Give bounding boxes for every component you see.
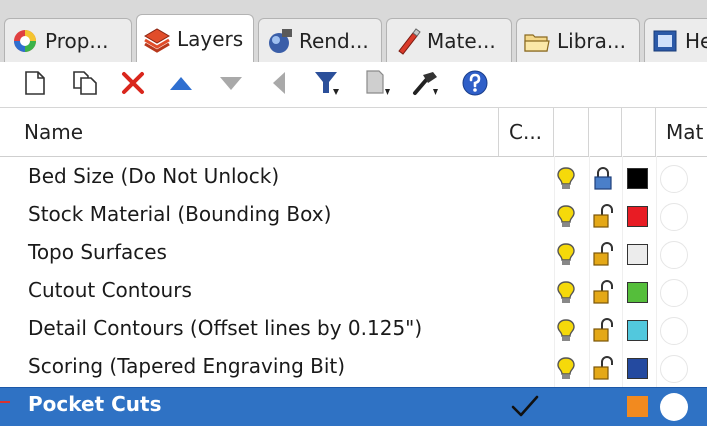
properties-icon xyxy=(11,27,39,55)
new-layer-button[interactable] xyxy=(20,70,50,100)
help-button[interactable] xyxy=(460,70,490,100)
unlock-icon[interactable] xyxy=(592,204,614,232)
tools-icon xyxy=(411,69,439,101)
layer-color-swatch[interactable] xyxy=(627,396,648,417)
material-circle-icon[interactable] xyxy=(660,317,688,345)
delete-layer-button[interactable] xyxy=(118,70,148,100)
move-out-icon xyxy=(270,70,288,100)
move-up-icon xyxy=(168,74,194,96)
layer-color-swatch[interactable] xyxy=(627,320,648,341)
tab-help[interactable]: He xyxy=(644,18,707,62)
tab-rendering[interactable]: Rend... xyxy=(258,18,382,62)
lightbulb-icon[interactable] xyxy=(556,205,576,233)
material-circle-icon[interactable] xyxy=(660,279,688,307)
material-circle-icon[interactable] xyxy=(660,241,688,269)
tab-label: Layers xyxy=(177,27,244,51)
move-layer-up-button[interactable] xyxy=(166,70,196,100)
lightbulb-icon[interactable] xyxy=(556,319,576,347)
materials-icon xyxy=(393,27,421,55)
layers-grid: Name C... Mat Bed Size (Do Not Unlock) S… xyxy=(0,108,707,426)
layer-color-swatch[interactable] xyxy=(627,206,648,227)
layer-row[interactable]: Cutout Contours xyxy=(0,274,707,312)
layers-toolbar xyxy=(0,62,707,108)
layer-row[interactable]: Stock Material (Bounding Box) xyxy=(0,198,707,236)
tab-label: Prop... xyxy=(45,28,109,53)
layer-row-selected[interactable]: Pocket Cuts xyxy=(0,387,707,426)
layer-states-icon xyxy=(363,69,391,101)
unlock-icon[interactable] xyxy=(592,280,614,308)
layer-name: Scoring (Tapered Engraving Bit) xyxy=(28,354,346,378)
tab-layers[interactable]: Layers xyxy=(136,14,254,62)
layer-color-swatch[interactable] xyxy=(627,244,648,265)
material-circle-icon[interactable] xyxy=(660,355,688,383)
libraries-icon xyxy=(523,27,551,55)
current-layer-check-icon[interactable] xyxy=(510,393,540,423)
tab-libraries[interactable]: Libra... xyxy=(516,18,640,62)
column-header-lock[interactable] xyxy=(589,108,622,156)
lightbulb-icon[interactable] xyxy=(556,281,576,309)
tab-properties[interactable]: Prop... xyxy=(4,18,132,62)
layer-row[interactable]: Bed Size (Do Not Unlock) xyxy=(0,160,707,198)
column-header-name[interactable]: Name xyxy=(14,108,499,156)
layer-states-button[interactable] xyxy=(362,70,392,100)
layer-name: Cutout Contours xyxy=(28,278,192,302)
lightbulb-icon[interactable] xyxy=(556,167,576,195)
lightbulb-icon[interactable] xyxy=(556,357,576,385)
material-circle-icon[interactable] xyxy=(660,165,688,193)
filter-button[interactable] xyxy=(312,70,342,100)
layer-color-swatch[interactable] xyxy=(627,168,648,189)
pointer-mark xyxy=(0,401,10,403)
lock-icon[interactable] xyxy=(592,166,614,194)
tools-button[interactable] xyxy=(410,70,440,100)
tab-label: Rend... xyxy=(299,28,369,53)
column-header-material[interactable]: Mat xyxy=(656,108,707,156)
layer-name: Detail Contours (Offset lines by 0.125") xyxy=(28,316,423,340)
unlock-icon[interactable] xyxy=(592,356,614,384)
column-header-row: Name C... Mat xyxy=(0,108,707,157)
tab-label: Libra... xyxy=(557,28,626,53)
new-layer-icon xyxy=(24,70,46,100)
move-down-icon xyxy=(218,74,244,96)
new-sublayer-button[interactable] xyxy=(70,70,100,100)
move-out-button[interactable] xyxy=(264,70,294,100)
move-layer-down-button[interactable] xyxy=(216,70,246,100)
layer-row[interactable]: Detail Contours (Offset lines by 0.125") xyxy=(0,312,707,350)
new-sublayer-icon xyxy=(72,70,98,100)
tab-label: Mate... xyxy=(427,28,496,53)
layer-name: Bed Size (Do Not Unlock) xyxy=(28,164,280,188)
lightbulb-icon[interactable] xyxy=(556,243,576,271)
unlock-icon[interactable] xyxy=(592,318,614,346)
unlock-icon[interactable] xyxy=(592,242,614,270)
layer-color-swatch[interactable] xyxy=(627,358,648,379)
layer-row[interactable]: Scoring (Tapered Engraving Bit) xyxy=(0,350,707,388)
layer-row[interactable]: Topo Surfaces xyxy=(0,236,707,274)
delete-icon xyxy=(121,71,145,99)
column-header-visible[interactable] xyxy=(554,108,589,156)
material-circle-icon[interactable] xyxy=(660,393,688,421)
tab-label: He xyxy=(685,28,707,53)
layers-icon xyxy=(143,25,171,53)
column-header-color[interactable] xyxy=(622,108,656,156)
layer-name: Pocket Cuts xyxy=(28,392,162,416)
panel-tab-bar: Prop... Layers Rend... Mate... Libra... … xyxy=(0,0,707,63)
layer-color-swatch[interactable] xyxy=(627,282,648,303)
column-header-current[interactable]: C... xyxy=(499,108,554,156)
help-icon xyxy=(651,27,679,55)
layer-name: Stock Material (Bounding Box) xyxy=(28,202,332,226)
layer-name: Topo Surfaces xyxy=(28,240,167,264)
help-circle-icon xyxy=(461,69,489,101)
material-circle-icon[interactable] xyxy=(660,203,688,231)
tab-materials[interactable]: Mate... xyxy=(386,18,512,62)
filter-icon xyxy=(313,69,341,101)
rendering-icon xyxy=(265,27,293,55)
